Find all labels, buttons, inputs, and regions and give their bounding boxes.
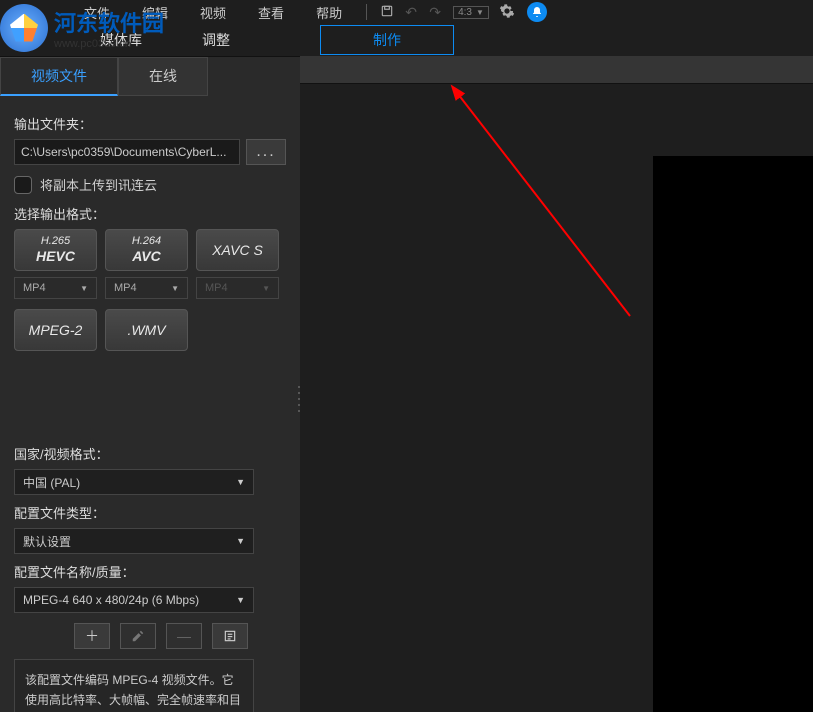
menu-bar: 文件 编辑 视频 查看 帮助 ↶ ↷ 4:3▼	[0, 0, 813, 24]
undo-icon[interactable]: ↶	[399, 4, 423, 21]
menu-file[interactable]: 文件	[68, 3, 126, 22]
subtab-video-file[interactable]: 视频文件	[0, 57, 118, 96]
format-mpeg2-button[interactable]: MPEG-2	[14, 309, 97, 351]
country-select[interactable]: 中国 (PAL)▼	[14, 469, 254, 495]
settings-scroll-area[interactable]: 国家/视频格式： 中国 (PAL)▼ 配置文件类型： 默认设置▼ 配置文件名称/…	[14, 436, 296, 712]
menu-edit[interactable]: 编辑	[126, 3, 184, 22]
notification-bell-icon[interactable]	[527, 2, 547, 22]
profile-name-label: 配置文件名称/质量：	[14, 562, 286, 581]
format-hevc-button[interactable]: H.265HEVC	[14, 229, 97, 271]
profile-name-select[interactable]: MPEG-4 640 x 480/24p (6 Mbps)▼	[14, 587, 254, 613]
output-folder-label: 输出文件夹：	[14, 114, 286, 133]
browse-button[interactable]: ...	[246, 139, 286, 165]
profile-type-select[interactable]: 默认设置▼	[14, 528, 254, 554]
country-label: 国家/视频格式：	[14, 444, 286, 463]
video-preview	[653, 156, 813, 712]
tab-adjust[interactable]: 调整	[172, 24, 260, 56]
subtab-online[interactable]: 在线	[118, 57, 208, 96]
annotation-arrow	[450, 86, 650, 341]
aspect-ratio-selector[interactable]: 4:3▼	[453, 6, 489, 19]
menu-video[interactable]: 视频	[184, 3, 242, 22]
menu-view[interactable]: 查看	[242, 3, 300, 22]
preview-area	[300, 56, 813, 712]
save-icon[interactable]	[375, 4, 399, 21]
format-xavcs-button[interactable]: XAVC S	[196, 229, 279, 271]
format-wmv-button[interactable]: .WMV	[105, 309, 188, 351]
menu-help[interactable]: 帮助	[300, 3, 358, 22]
profile-type-label: 配置文件类型：	[14, 503, 286, 522]
tab-produce[interactable]: 制作	[320, 25, 454, 55]
panel-resize-grip[interactable]	[298, 384, 304, 414]
upload-cloud-checkbox[interactable]	[14, 176, 32, 194]
add-profile-button[interactable]: ＋	[74, 623, 110, 649]
left-panel: 视频文件 在线 输出文件夹： ... 将副本上传到讯连云 选择输出格式： H.2…	[0, 56, 300, 712]
format-avc-button[interactable]: H.264AVC	[105, 229, 188, 271]
container-select-2[interactable]: MP4▼	[105, 277, 188, 299]
edit-profile-button[interactable]	[120, 623, 156, 649]
output-folder-input[interactable]	[14, 139, 240, 165]
upload-cloud-label: 将副本上传到讯连云	[40, 175, 157, 194]
profile-details-button[interactable]	[212, 623, 248, 649]
settings-icon[interactable]	[495, 3, 519, 22]
tab-library[interactable]: 媒体库	[70, 24, 172, 56]
remove-profile-button[interactable]: —	[166, 623, 202, 649]
preview-topbar	[300, 56, 813, 84]
output-format-label: 选择输出格式：	[14, 204, 286, 223]
profile-description: 该配置文件编码 MPEG-4 视频文件。它使用高比特率、大帧幅、完全帧速率和目前…	[14, 659, 254, 712]
workspace-tabs: 媒体库 调整 制作	[0, 24, 813, 56]
container-select-3: MP4▼	[196, 277, 279, 299]
container-select-1[interactable]: MP4▼	[14, 277, 97, 299]
redo-icon[interactable]: ↷	[423, 4, 447, 21]
